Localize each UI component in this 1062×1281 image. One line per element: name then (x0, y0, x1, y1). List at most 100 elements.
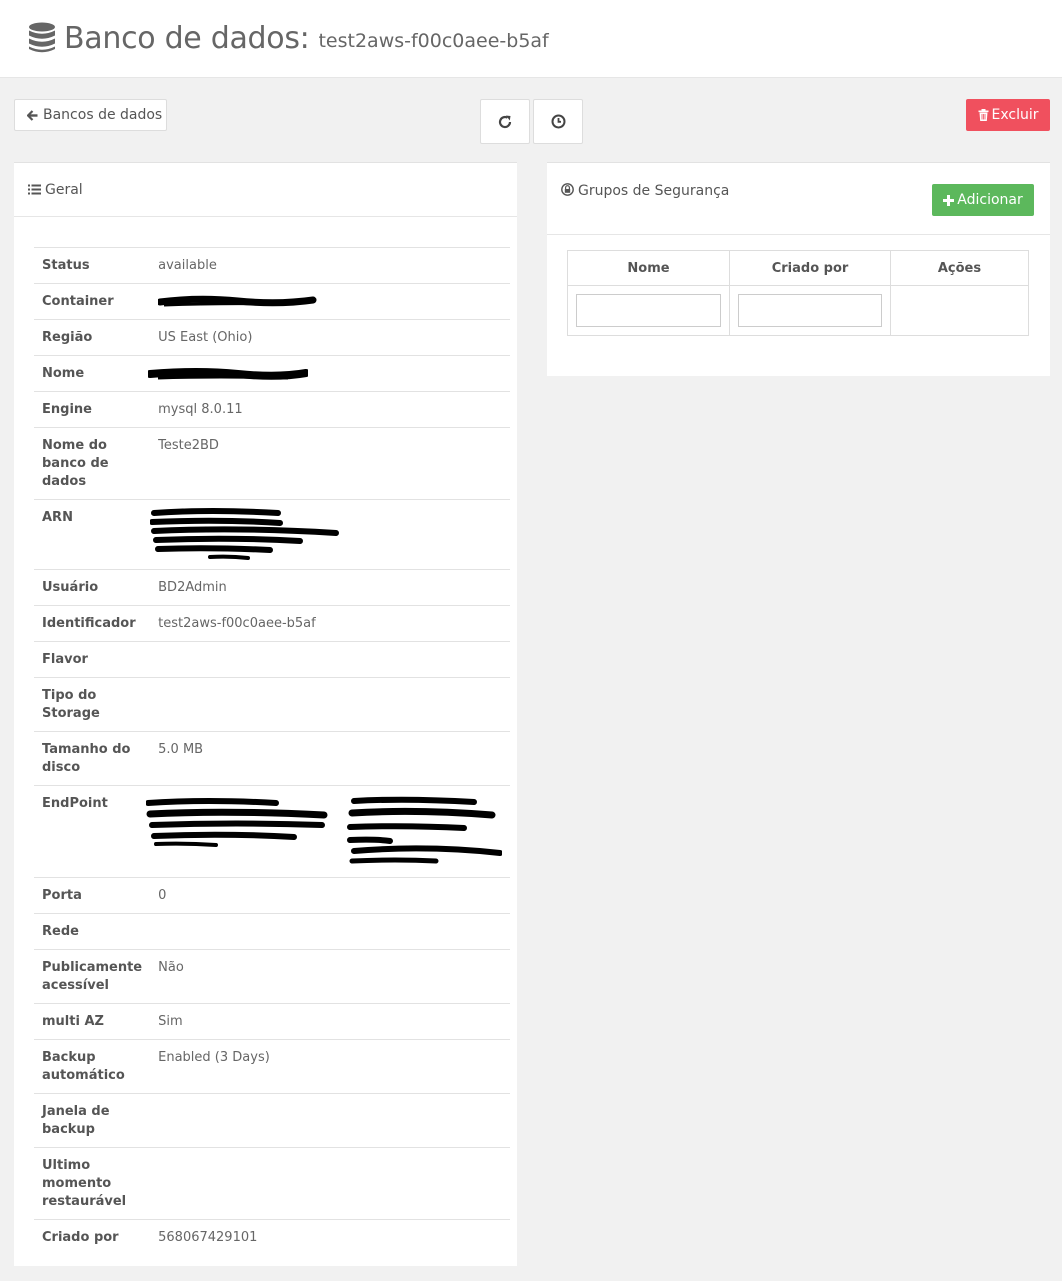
security-groups-table: Nome Criado por Ações (567, 250, 1029, 336)
refresh-button[interactable] (480, 99, 530, 144)
info-value: 568067429101 (158, 1230, 258, 1245)
info-value (150, 642, 510, 678)
redaction-scribble (148, 368, 309, 380)
clock-icon (551, 114, 565, 129)
info-value: mysql 8.0.11 (158, 402, 243, 417)
refresh-icon (498, 115, 512, 128)
info-row-name: Nome (34, 355, 511, 392)
info-value (150, 1148, 510, 1220)
info-key: Engine (42, 402, 92, 417)
info-key: Ultimo momento restaurável (42, 1158, 127, 1209)
filter-cell (729, 285, 891, 336)
lock-icon (561, 183, 574, 196)
info-key: Região (42, 330, 93, 345)
info-row-auto-backup: Backup automático Enabled (3 Days) (34, 1039, 511, 1094)
table-header-row: Nome Criado por Ações (567, 250, 1029, 286)
info-value-redacted (148, 356, 510, 392)
filter-row (567, 285, 1029, 336)
info-row-region: Região US East (Ohio) (34, 319, 511, 356)
info-row-db-name: Nome do banco de dados Teste2BD (34, 427, 511, 500)
filter-cell-empty (890, 285, 1029, 336)
list-icon (28, 184, 41, 195)
column-header-acoes: Ações (890, 250, 1029, 286)
info-key: Usuário (42, 580, 99, 595)
info-row-flavor: Flavor (34, 641, 511, 678)
info-value: Teste2BD (158, 438, 219, 453)
back-button-label: Bancos de dados (43, 107, 163, 123)
delete-button[interactable]: Excluir (966, 99, 1050, 131)
info-row-endpoint: EndPoint (34, 785, 511, 878)
redaction-scribble (146, 796, 503, 864)
info-row-disk-size: Tamanho do disco 5.0 MB (34, 731, 511, 786)
filter-cell (567, 285, 730, 336)
redaction-scribble (158, 295, 317, 307)
general-panel: Geral Status available Container Região … (14, 162, 517, 1266)
info-key: Status (42, 258, 90, 273)
info-key: Publicamente acessível (42, 960, 143, 993)
info-key: Flavor (42, 652, 88, 667)
info-row-status: Status available (34, 247, 511, 284)
info-value: Sim (158, 1014, 183, 1029)
redaction-scribble (150, 508, 340, 560)
info-row-storage-type: Tipo do Storage (34, 677, 511, 732)
info-row-user: Usuário BD2Admin (34, 569, 511, 606)
info-value (150, 914, 510, 950)
info-row-port: Porta 0 (34, 877, 511, 914)
info-key: Backup automático (42, 1050, 125, 1083)
database-icon (29, 22, 55, 53)
info-row-identifier: Identificador test2aws-f00c0aee-b5af (34, 605, 511, 642)
info-key: EndPoint (42, 796, 108, 811)
info-key: Nome (42, 366, 85, 381)
info-key: Criado por (42, 1230, 119, 1245)
info-row-public: Publicamente acessível Não (34, 949, 511, 1004)
info-value: US East (Ohio) (158, 330, 253, 345)
info-value-redacted (150, 284, 510, 320)
info-row-multi-az: multi AZ Sim (34, 1003, 511, 1040)
info-value: available (158, 258, 217, 273)
page-title: Banco de dados: test2aws-f00c0aee-b5af (28, 18, 549, 58)
info-row-container: Container (34, 283, 511, 320)
info-row-arn: ARN (34, 499, 511, 570)
back-to-databases-button[interactable]: Bancos de dados (14, 99, 167, 131)
info-value: 0 (158, 888, 167, 903)
info-row-last-restorable: Ultimo momento restaurável (34, 1147, 511, 1220)
add-button-label: Adicionar (957, 192, 1023, 208)
page-title-text: Banco de dados: (64, 20, 310, 56)
general-panel-title: Geral (45, 181, 83, 198)
history-button[interactable] (533, 99, 583, 144)
info-key: ARN (42, 510, 73, 525)
info-key: Tipo do Storage (42, 688, 100, 721)
info-key: Tamanho do disco (42, 742, 131, 775)
column-header-criado-por[interactable]: Criado por (729, 250, 891, 286)
add-security-group-button[interactable]: Adicionar (932, 184, 1034, 216)
info-key: Rede (42, 924, 79, 939)
info-row-backup-window: Janela de backup (34, 1093, 511, 1148)
security-groups-title: Grupos de Segurança (578, 183, 730, 199)
page-header: Banco de dados: test2aws-f00c0aee-b5af (0, 0, 1062, 78)
info-key: Janela de backup (42, 1104, 110, 1137)
trash-icon (978, 109, 988, 121)
info-value-redacted (146, 786, 510, 878)
info-row-engine: Engine mysql 8.0.11 (34, 391, 511, 428)
filter-criado-por-input[interactable] (738, 294, 882, 327)
delete-button-label: Excluir (991, 107, 1039, 123)
filter-nome-input[interactable] (576, 294, 721, 327)
info-key: Nome do banco de dados (42, 438, 109, 489)
column-header-nome[interactable]: Nome (567, 250, 730, 286)
info-key: multi AZ (42, 1014, 104, 1029)
general-panel-header: Geral (14, 163, 517, 217)
info-value: 5.0 MB (158, 742, 204, 757)
info-value: BD2Admin (158, 580, 227, 595)
info-key: Container (42, 294, 114, 309)
info-value: test2aws-f00c0aee-b5af (158, 616, 316, 631)
info-value: Enabled (3 Days) (158, 1050, 270, 1065)
plus-icon (943, 194, 955, 206)
info-key: Identificador (42, 616, 136, 631)
database-identifier: test2aws-f00c0aee-b5af (318, 30, 549, 52)
security-groups-panel: Grupos de Segurança Adicionar Nome Criad… (547, 162, 1050, 376)
info-row-network: Rede (34, 913, 511, 950)
general-info-table: Status available Container Região US Eas… (34, 247, 511, 1256)
info-row-created-by: Criado por 568067429101 (34, 1219, 511, 1256)
arrow-left-icon (27, 109, 38, 121)
info-key: Porta (42, 888, 82, 903)
